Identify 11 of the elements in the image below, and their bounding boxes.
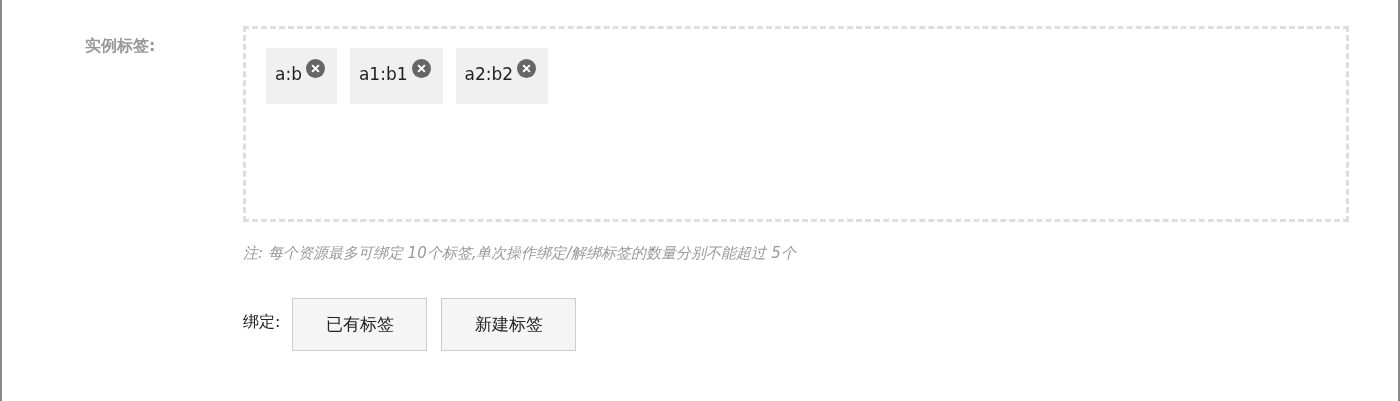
note-text: 注: 每个资源最多可绑定 10个标签,单次操作绑定/解绑标签的数量分别不能超过 5个 (243, 244, 798, 263)
field-label: 实例标签: (85, 36, 156, 55)
tag-button[interactable]: 已有标签 (292, 298, 428, 351)
tag-text: a2:b2 (464, 64, 514, 84)
close-icon[interactable] (411, 59, 431, 78)
close-icon[interactable] (517, 59, 537, 78)
tag-button[interactable]: 新建标签 (441, 298, 577, 351)
tag-text: a1:b1 (358, 64, 408, 84)
bind-label: 绑定: (243, 312, 281, 333)
tag-text: a:b (275, 64, 302, 84)
close-icon[interactable] (305, 59, 325, 78)
